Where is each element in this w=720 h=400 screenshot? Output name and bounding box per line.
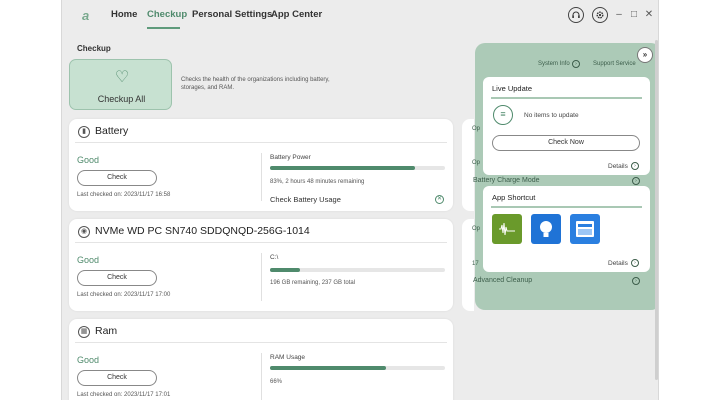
divider <box>491 97 642 99</box>
check-storage-button[interactable]: Check <box>77 270 157 286</box>
live-update-panel: Live Update ≡ No items to update Check N… <box>483 77 650 175</box>
ram-usage-label: RAM Usage <box>270 354 306 361</box>
nav-checkup[interactable]: Checkup <box>147 9 187 20</box>
last-checked-text: Last checked on: 2023/11/17 16:58 <box>77 192 171 198</box>
divider <box>75 142 447 143</box>
progress-fill <box>270 166 416 170</box>
chevron-right-icon[interactable]: › <box>632 277 640 285</box>
checkup-description: Checks the health of the organizations i… <box>181 77 330 91</box>
storage-progress-bar <box>270 268 445 272</box>
checkup-all-label: Checkup All <box>97 94 146 104</box>
app-shortcut-details-link[interactable]: Details <box>608 260 628 267</box>
card-title: NVMe WD PC SN740 SDDQNQD-256G-1014 <box>95 225 310 237</box>
chevron-right-icon[interactable]: › <box>572 60 580 68</box>
live-update-details-link[interactable]: Details <box>608 163 628 170</box>
close-button[interactable]: ✕ <box>643 9 655 21</box>
gear-icon[interactable] <box>592 7 608 23</box>
partial-text: Op <box>472 160 481 166</box>
battery-icon: ▮ <box>78 126 90 138</box>
nav-personal-settings[interactable]: Personal Settings <box>192 9 272 20</box>
acer-logo-icon: a <box>82 8 90 23</box>
app-shortcut-panel: App Shortcut Details › <box>483 186 650 272</box>
live-update-message: No items to update <box>524 112 579 119</box>
support-service-link[interactable]: Support Service <box>593 61 636 67</box>
audio-app-icon[interactable] <box>492 214 522 244</box>
battery-power-label: Battery Power <box>270 154 311 161</box>
check-battery-button[interactable]: Check <box>77 170 157 186</box>
page-title: Checkup <box>77 44 111 53</box>
partial-text: Op <box>472 126 481 132</box>
check-now-button[interactable]: Check Now <box>492 135 640 151</box>
minimize-button[interactable]: – <box>613 9 625 21</box>
app-shortcut-title: App Shortcut <box>492 193 536 202</box>
chevron-right-icon[interactable]: › <box>631 162 639 170</box>
nav-active-indicator <box>147 27 180 29</box>
partial-text: Op <box>472 226 481 232</box>
partial-text: 17 <box>472 261 479 267</box>
divider <box>261 353 262 400</box>
close-icon[interactable]: ✕ <box>435 195 444 204</box>
card-title: Ram <box>95 325 118 337</box>
maximize-button[interactable]: □ <box>628 9 640 21</box>
check-battery-usage-link[interactable]: Check Battery Usage <box>270 195 341 204</box>
battery-charge-mode-link[interactable]: Battery Charge Mode <box>473 177 540 184</box>
status-text: Good <box>77 155 100 165</box>
divider <box>75 242 447 243</box>
last-checked-text: Last checked on: 2023/11/17 17:00 <box>77 292 171 298</box>
disk-icon: ◉ <box>78 226 90 238</box>
ram-icon: ▦ <box>78 326 90 338</box>
window-app-icon[interactable] <box>570 214 600 244</box>
battery-progress-bar <box>270 166 445 170</box>
chevron-right-icon[interactable]: › <box>631 259 639 267</box>
top-bar: a Home Checkup Personal Settings App Cen… <box>62 0 658 32</box>
divider <box>261 253 262 301</box>
nav-home[interactable]: Home <box>111 9 137 20</box>
ram-card: ▦ Ram Good Check Last checked on: 2023/1… <box>69 319 453 400</box>
scrollbar[interactable] <box>655 40 658 380</box>
status-text: Good <box>77 255 100 265</box>
chevron-right-icon[interactable]: › <box>632 177 640 185</box>
ram-percent-text: 66% <box>270 379 283 385</box>
refresh-list-icon: ≡ <box>493 105 513 125</box>
advanced-cleanup-link[interactable]: Advanced Cleanup <box>473 277 532 284</box>
checkup-all-button[interactable]: ♡ Checkup All <box>69 59 172 110</box>
headset-icon[interactable] <box>568 7 584 23</box>
card-title: Battery <box>95 125 129 137</box>
progress-fill <box>270 268 300 272</box>
system-info-link[interactable]: System Info <box>538 61 570 67</box>
nav-app-center[interactable]: App Center <box>271 9 322 20</box>
battery-card: ▮ Battery Good Check Last checked on: 20… <box>69 119 453 211</box>
divider <box>75 342 447 343</box>
heart-search-icon: ♡ <box>114 69 130 86</box>
divider <box>261 153 262 201</box>
collapse-panel-button[interactable]: » <box>637 47 653 63</box>
progress-fill <box>270 366 386 370</box>
light-app-icon[interactable] <box>531 214 561 244</box>
ram-progress-bar <box>270 366 445 370</box>
battery-remaining-text: 83%, 2 hours 48 minutes remaining <box>270 179 365 185</box>
drive-label: C:\ <box>270 254 279 261</box>
storage-remaining-text: 196 GB remaining, 237 GB total <box>270 280 356 286</box>
last-checked-text: Last checked on: 2023/11/17 17:01 <box>77 392 171 398</box>
app-window: a Home Checkup Personal Settings App Cen… <box>61 0 659 400</box>
check-ram-button[interactable]: Check <box>77 370 157 386</box>
status-text: Good <box>77 355 100 365</box>
storage-card: ◉ NVMe WD PC SN740 SDDQNQD-256G-1014 Goo… <box>69 219 453 311</box>
live-update-title: Live Update <box>492 84 533 93</box>
divider <box>491 206 642 208</box>
